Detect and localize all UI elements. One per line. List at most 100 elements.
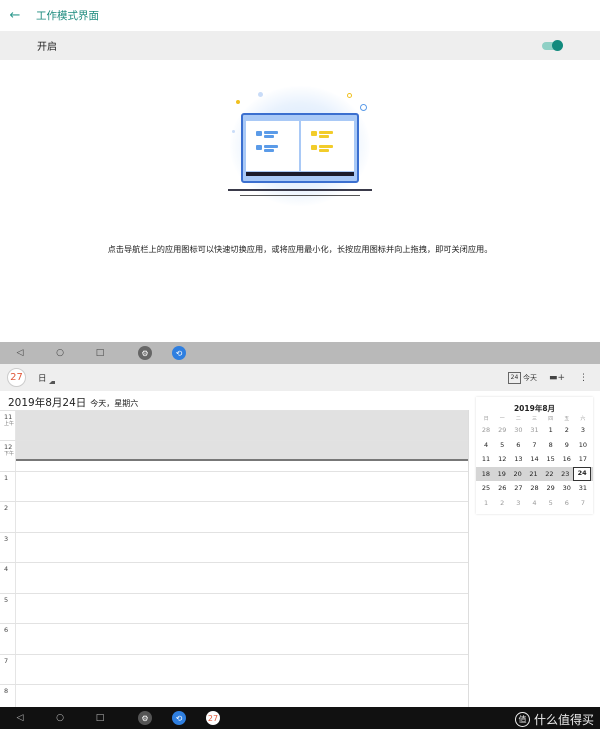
- mini-day[interactable]: 18: [478, 470, 494, 478]
- hour-row[interactable]: 12 下午: [0, 440, 468, 471]
- calendar-logo-icon[interactable]: 27: [7, 368, 26, 387]
- mini-day[interactable]: 12: [494, 455, 510, 463]
- settings-gear-icon[interactable]: ⚙: [138, 711, 152, 725]
- back-triangle-icon[interactable]: ◁: [0, 713, 40, 723]
- mini-day[interactable]: 22: [541, 470, 557, 478]
- hour-label: 11: [4, 413, 13, 421]
- mini-day[interactable]: 2: [559, 426, 575, 434]
- hour-label: 8: [4, 687, 9, 695]
- dropdown-corner-icon: [49, 380, 55, 384]
- calendar-app-icon[interactable]: 27: [206, 711, 220, 725]
- hour-row[interactable]: 4: [0, 562, 468, 593]
- mini-day[interactable]: 14: [526, 455, 542, 463]
- mini-day[interactable]: 25: [478, 484, 494, 492]
- navigation-bar-top: ◁ ○ □ ⚙ ⟲: [0, 342, 600, 364]
- watermark-text: 什么值得买: [533, 713, 594, 727]
- today-calendar-icon: 24: [507, 371, 521, 384]
- mini-day[interactable]: 19: [494, 470, 510, 478]
- enable-switch[interactable]: [542, 39, 563, 51]
- mini-day[interactable]: 2: [494, 499, 510, 507]
- mini-day[interactable]: 28: [526, 484, 542, 492]
- hour-row[interactable]: 3: [0, 532, 468, 563]
- hour-row[interactable]: 5: [0, 593, 468, 624]
- mini-day[interactable]: 6: [559, 499, 575, 507]
- more-vert-icon[interactable]: ⋮: [579, 373, 588, 383]
- mini-day[interactable]: 31: [575, 484, 591, 492]
- mini-day[interactable]: 21: [526, 470, 542, 478]
- work-mode-illustration: [220, 86, 380, 214]
- ampm-label: 上午: [4, 421, 15, 427]
- right-pane: [301, 121, 354, 171]
- mini-day[interactable]: 20: [510, 470, 526, 478]
- add-event-icon[interactable]: ▬+: [549, 373, 565, 383]
- today-button[interactable]: 24 今天: [507, 371, 537, 384]
- mini-day[interactable]: 4: [478, 441, 494, 449]
- mini-day[interactable]: 28: [478, 426, 494, 434]
- settings-appbar: ← 工作模式界面: [0, 0, 600, 31]
- mini-day[interactable]: 11: [478, 455, 494, 463]
- home-circle-icon[interactable]: ○: [40, 713, 80, 723]
- fluent-app-icon[interactable]: ⟲: [172, 711, 186, 725]
- mini-week-row: 28 29 30 31 1 2 3: [476, 423, 593, 438]
- hour-label: 1: [4, 474, 9, 482]
- mini-day[interactable]: 27: [510, 484, 526, 492]
- page-title: 工作模式界面: [36, 10, 99, 22]
- enable-toggle-row[interactable]: 开启: [0, 31, 600, 60]
- recents-square-icon[interactable]: □: [80, 713, 120, 723]
- hour-row[interactable]: 1: [0, 471, 468, 502]
- mini-day[interactable]: 30: [510, 426, 526, 434]
- hour-label: 4: [4, 565, 9, 573]
- mini-day[interactable]: 6: [510, 441, 526, 449]
- mini-day[interactable]: 30: [559, 484, 575, 492]
- date-subtitle: 今天，星期六: [90, 399, 139, 408]
- mini-day[interactable]: 1: [478, 499, 494, 507]
- hour-row[interactable]: 8: [0, 684, 468, 707]
- mini-day[interactable]: 29: [494, 426, 510, 434]
- home-circle-icon[interactable]: ○: [40, 348, 80, 358]
- settings-gear-icon[interactable]: ⚙: [138, 346, 152, 360]
- weekday-label: 四: [548, 416, 554, 422]
- mini-day[interactable]: 5: [494, 441, 510, 449]
- fluent-app-icon[interactable]: ⟲: [172, 346, 186, 360]
- mini-day[interactable]: 9: [559, 441, 575, 449]
- hour-row[interactable]: 11 上午: [0, 410, 468, 441]
- mini-day[interactable]: 26: [494, 484, 510, 492]
- mini-day[interactable]: 16: [559, 455, 575, 463]
- mini-day[interactable]: 7: [526, 441, 542, 449]
- weekday-label: 日: [483, 416, 489, 422]
- mini-day[interactable]: 17: [575, 455, 591, 463]
- back-arrow-icon[interactable]: ←: [0, 8, 30, 23]
- navigation-bar-bottom: ◁ ○ □ ⚙ ⟲ 27 值 什么值得买: [0, 707, 600, 729]
- ampm-label: 下午: [4, 451, 15, 457]
- mini-day[interactable]: 29: [543, 484, 559, 492]
- decor-star-icon: [236, 100, 240, 104]
- weekday-label: 五: [564, 416, 570, 422]
- recents-square-icon[interactable]: □: [80, 348, 120, 358]
- switch-knob[interactable]: [552, 39, 563, 51]
- mini-day[interactable]: 13: [510, 455, 526, 463]
- mini-day[interactable]: 15: [543, 455, 559, 463]
- hour-row[interactable]: 6: [0, 623, 468, 654]
- mini-day[interactable]: 10: [575, 441, 591, 449]
- mini-day[interactable]: 3: [510, 499, 526, 507]
- mini-day[interactable]: 4: [526, 499, 542, 507]
- mini-day[interactable]: 5: [543, 499, 559, 507]
- mini-day[interactable]: 1: [543, 426, 559, 434]
- selected-day[interactable]: 24: [573, 466, 592, 481]
- mini-day[interactable]: 23: [557, 470, 573, 478]
- mini-week-row: 18 19 20 21 22 23 24: [476, 466, 593, 481]
- hour-label: 6: [4, 626, 9, 634]
- view-selector[interactable]: 日: [38, 372, 55, 384]
- hour-row[interactable]: 2: [0, 501, 468, 532]
- mini-day[interactable]: 8: [543, 441, 559, 449]
- mini-month-calendar: 2019年8月 日一二三四五六 28 29 30 31 1 2 3 4 5 6 7 8 9 10 11 12 1…: [476, 397, 593, 514]
- mini-day[interactable]: 7: [575, 499, 591, 507]
- mini-week-row: 4 5 6 7 8 9 10: [476, 438, 593, 453]
- day-grid[interactable]: 11 上午 12 下午 1 2 3 4 5 6 7 8: [0, 410, 469, 707]
- back-triangle-icon[interactable]: ◁: [0, 348, 40, 358]
- hour-row[interactable]: 7: [0, 654, 468, 685]
- hour-label: 12: [4, 443, 13, 451]
- mini-day[interactable]: 3: [575, 426, 591, 434]
- mini-day[interactable]: 31: [526, 426, 542, 434]
- laptop-taskbar: [246, 172, 354, 176]
